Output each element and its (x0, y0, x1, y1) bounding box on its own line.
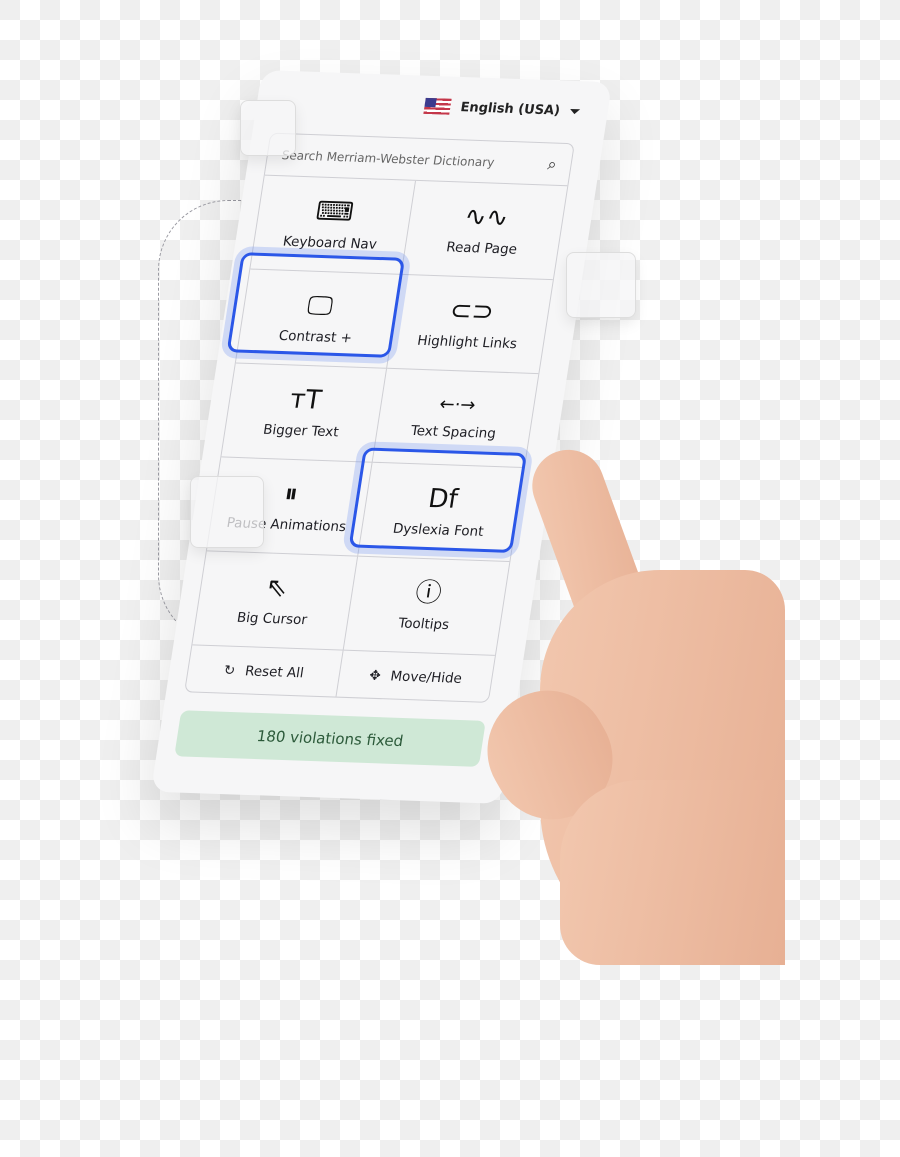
chevron-down-icon (568, 108, 581, 119)
soundwave-icon: ∿∿ (462, 201, 511, 233)
tool-label: Keyboard Nav (281, 233, 379, 253)
tool-label: Read Page (445, 238, 519, 258)
language-selector[interactable]: English (USA) (423, 97, 581, 119)
tool-label: Highlight Links (416, 332, 519, 352)
tool-label: Big Cursor (235, 609, 309, 628)
reset-label: Reset All (243, 662, 305, 681)
cursor-icon: ⇖ (263, 572, 290, 603)
tool-read-page[interactable]: ∿∿ Read Page (401, 180, 568, 281)
reset-all-button[interactable]: ↻ Reset All (185, 645, 344, 698)
tool-highlight-links[interactable]: ⊂⊃ Highlight Links (387, 274, 553, 375)
move-icon: ✥ (368, 667, 382, 684)
tool-label: Tooltips (397, 614, 451, 633)
tools-box: Search Merriam-Webster Dictionary ⌕ ⌨ Key… (184, 132, 575, 703)
move-label: Move/Hide (389, 667, 464, 687)
refresh-icon: ↻ (222, 662, 237, 679)
tool-label: Bigger Text (262, 421, 340, 440)
tool-tooltips[interactable]: ⓘ Tooltips (343, 556, 510, 656)
tool-big-cursor[interactable]: ⇖ Big Cursor (192, 551, 359, 651)
spacing-arrows-icon: ←·→ (438, 393, 478, 416)
tool-bigger-text[interactable]: тT Bigger Text (221, 363, 388, 463)
text-size-icon: тT (287, 384, 324, 416)
pause-icon: ⏸ (282, 478, 301, 509)
tooltip-icon: ⓘ (413, 577, 444, 609)
glass-tile (240, 100, 296, 156)
search-icon[interactable]: ⌕ (546, 154, 558, 174)
language-label: English (USA) (459, 99, 562, 119)
glass-tile (190, 476, 264, 548)
contrast-highlight (226, 252, 406, 358)
us-flag-icon (423, 97, 452, 115)
status-banner: 180 violations fixed (174, 710, 486, 767)
glass-tile (566, 252, 636, 318)
status-text: 180 violations fixed (255, 727, 405, 751)
search-placeholder: Search Merriam-Webster Dictionary (280, 147, 496, 170)
move-hide-button[interactable]: ✥ Move/Hide (336, 651, 495, 703)
tool-label: Text Spacing (409, 422, 498, 442)
link-icon: ⊂⊃ (447, 295, 496, 327)
keyboard-icon: ⌨ (313, 196, 356, 228)
dyslexia-highlight (348, 447, 528, 554)
